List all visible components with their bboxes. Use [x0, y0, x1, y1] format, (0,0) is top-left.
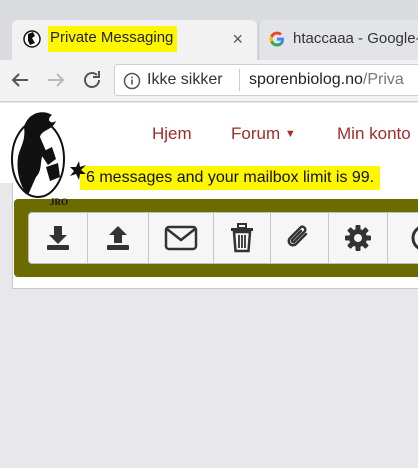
google-icon: [269, 31, 284, 47]
settings-button[interactable]: [329, 213, 388, 263]
svg-text:JRO: JRO: [50, 197, 68, 207]
reload-icon[interactable]: [80, 68, 104, 92]
compose-button[interactable]: [149, 213, 214, 263]
back-arrow-icon[interactable]: [8, 68, 32, 92]
url-text[interactable]: sporenbiolog.no/Priva: [249, 71, 404, 89]
trash-icon: [230, 223, 253, 253]
info-icon[interactable]: [123, 72, 141, 90]
url-host: sporenbiolog.no: [249, 71, 363, 88]
divider: [239, 69, 240, 91]
attach-button[interactable]: [271, 213, 329, 263]
forward-arrow-icon[interactable]: [44, 68, 68, 92]
history-button[interactable]: [388, 213, 418, 263]
gear-icon: [344, 225, 371, 251]
nav-link-label: Forum: [231, 124, 281, 143]
paperclip-icon: [287, 225, 308, 247]
browser-toolbar: Ikke sikker sporenbiolog.no/Priva: [0, 60, 418, 102]
download-button[interactable]: [29, 213, 88, 263]
download-icon: [46, 226, 69, 250]
browser-tab-strip: Private Messaging × htaccaaa - Google-: [0, 0, 418, 60]
address-bar[interactable]: Ikke sikker sporenbiolog.no/Priva: [114, 64, 418, 96]
nav-link-forum[interactable]: Forum ▼: [231, 124, 296, 144]
tab-private-messaging[interactable]: Private Messaging ×: [12, 20, 257, 60]
envelope-icon: [164, 225, 198, 251]
page-content: Hjem Forum ▼ Min konto 6 messages and yo…: [0, 103, 418, 468]
clock-icon: [411, 226, 418, 250]
url-path: /Priva: [362, 71, 404, 88]
tab-google[interactable]: htaccaaa - Google-: [258, 20, 418, 60]
site-logo: JRO: [11, 112, 86, 207]
mailbox-notice: 6 messages and your mailbox limit is 99.: [80, 166, 381, 190]
tab-title: Private Messaging: [48, 26, 178, 52]
delete-button[interactable]: [214, 213, 271, 263]
nav-link-hjem[interactable]: Hjem: [152, 124, 192, 144]
nav-link-min-konto[interactable]: Min konto: [337, 124, 411, 144]
tab-title: htaccaaa - Google-: [293, 30, 418, 47]
upload-icon: [106, 226, 129, 250]
site-favicon-icon: [23, 30, 41, 48]
security-label: Ikke sikker: [147, 71, 223, 88]
upload-button[interactable]: [88, 213, 149, 263]
message-toolbar: [28, 212, 418, 264]
close-tab-icon[interactable]: ×: [232, 29, 243, 50]
caret-down-icon: ▼: [284, 128, 296, 140]
